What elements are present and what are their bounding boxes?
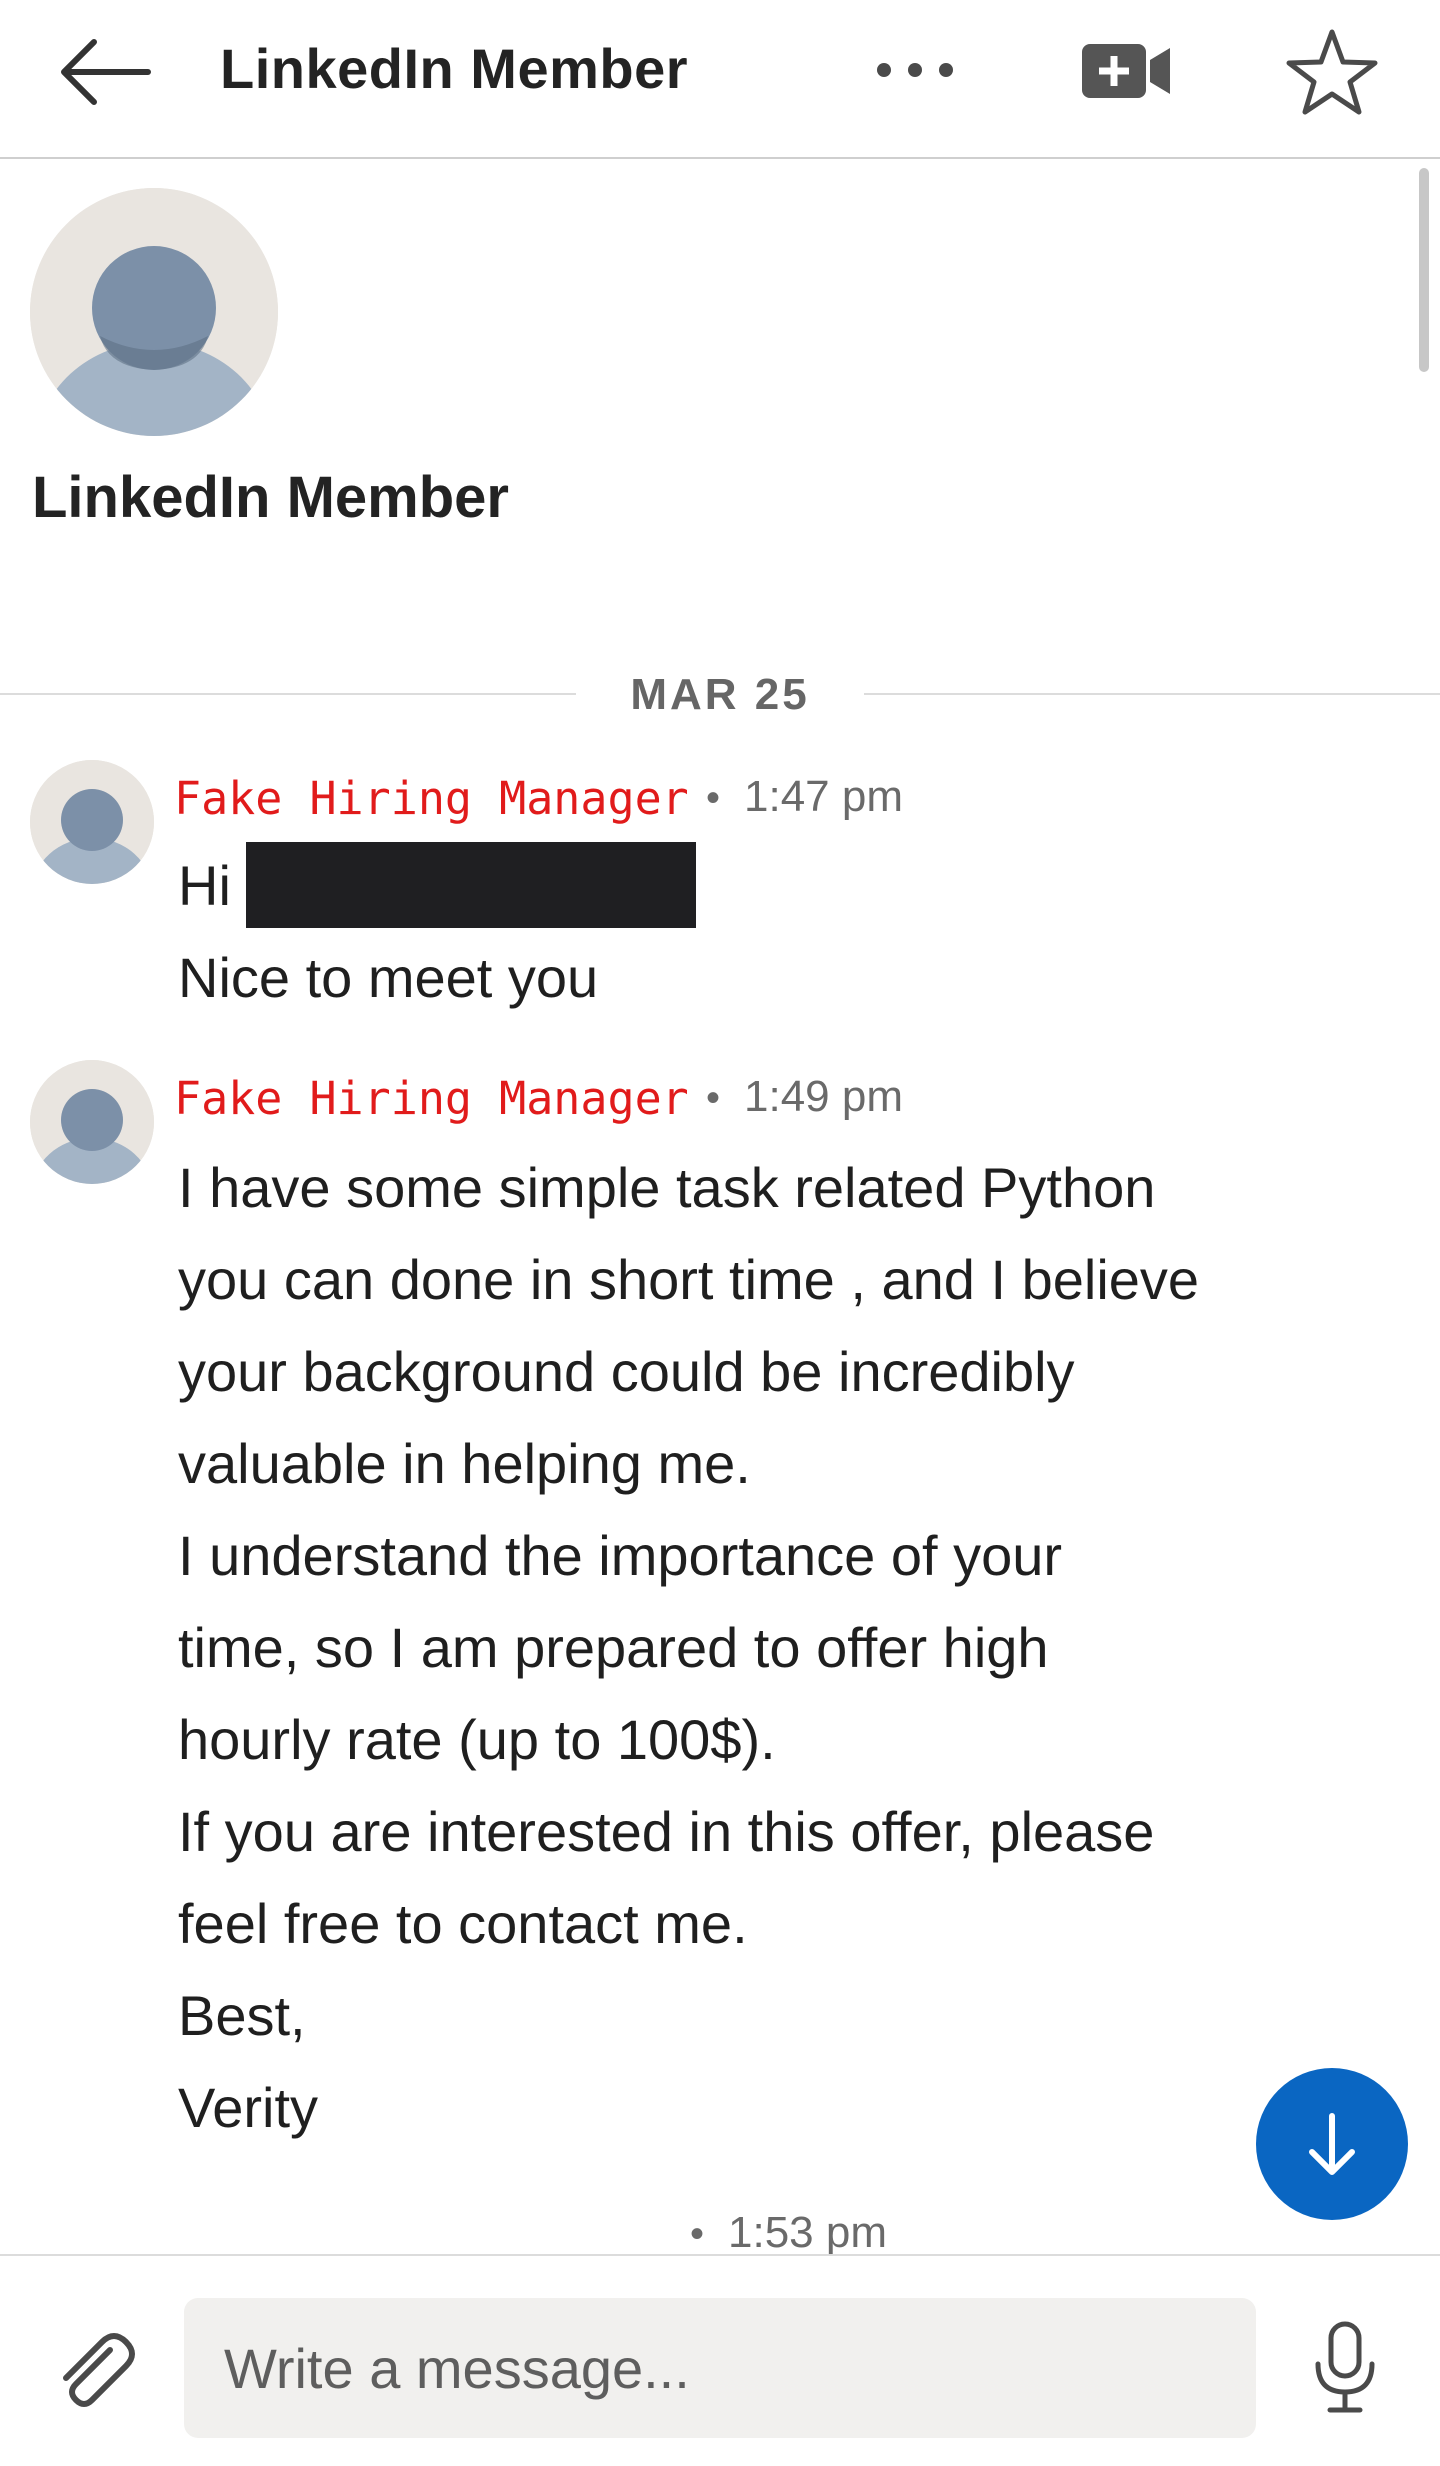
- message-line: Hi: [178, 854, 231, 917]
- person-placeholder-icon: [30, 1060, 154, 1184]
- message-line: your background could be incredibly: [178, 1340, 1075, 1403]
- more-options-button[interactable]: [870, 45, 960, 95]
- time-text: 1:53 pm: [728, 2208, 887, 2257]
- message-line: Verity: [178, 2076, 319, 2139]
- paperclip-icon: [63, 2333, 135, 2407]
- voice-message-button[interactable]: [1310, 2318, 1380, 2418]
- sender-avatar[interactable]: [30, 1060, 154, 1184]
- star-icon: [1286, 29, 1378, 115]
- divider-line: [0, 693, 576, 695]
- conversation-screen: LinkedIn Member LinkedIn Member MAR 25 F…: [0, 0, 1440, 2466]
- sender-avatar[interactable]: [30, 760, 154, 884]
- profile-avatar[interactable]: [30, 188, 278, 436]
- message-line: feel free to contact me.: [178, 1892, 748, 1955]
- date-label: MAR 25: [630, 670, 810, 719]
- scrollbar[interactable]: [1419, 168, 1429, 372]
- more-horizontal-icon: [877, 63, 953, 77]
- video-call-icon: [1082, 44, 1170, 98]
- message-line: I have some simple task related Python: [178, 1156, 1156, 1219]
- message-line: valuable in helping me.: [178, 1432, 751, 1495]
- message-line: Nice to meet you: [178, 946, 599, 1009]
- back-button[interactable]: [56, 34, 156, 110]
- compose-bar: [0, 2254, 1440, 2466]
- microphone-icon: [1315, 2321, 1375, 2413]
- time-text: 1:47 pm: [744, 772, 903, 821]
- attach-button[interactable]: [48, 2326, 138, 2416]
- sender-name[interactable]: Fake Hiring Manager: [174, 772, 689, 825]
- person-placeholder-icon: [30, 760, 154, 884]
- message-timestamp: • 1:47 pm: [706, 772, 903, 821]
- profile-name[interactable]: LinkedIn Member: [32, 464, 509, 531]
- message-timestamp: • 1:53 pm: [690, 2208, 887, 2257]
- top-bar: LinkedIn Member: [0, 0, 1440, 159]
- message-line: If you are interested in this offer, ple…: [178, 1800, 1155, 1863]
- conversation-title[interactable]: LinkedIn Member: [220, 36, 688, 101]
- person-placeholder-icon: [30, 188, 278, 436]
- divider-line: [864, 693, 1440, 695]
- jump-to-latest-button[interactable]: [1256, 2068, 1408, 2220]
- video-call-button[interactable]: [1080, 38, 1172, 104]
- message-line: I understand the importance of your: [178, 1524, 1063, 1587]
- date-divider: MAR 25: [0, 666, 1440, 726]
- redaction-block: [246, 842, 696, 928]
- time-text: 1:49 pm: [744, 1072, 903, 1121]
- arrow-left-icon: [61, 39, 151, 105]
- message-line: time, so I am prepared to offer high: [178, 1616, 1049, 1679]
- message-line: Best,: [178, 1984, 306, 2047]
- message-timestamp: • 1:49 pm: [706, 1072, 903, 1121]
- message-input[interactable]: [184, 2298, 1256, 2438]
- message-line: you can done in short time , and I belie…: [178, 1248, 1200, 1311]
- message-line: hourly rate (up to 100$).: [178, 1708, 776, 1771]
- arrow-down-icon: [1309, 2113, 1355, 2175]
- sender-name[interactable]: Fake Hiring Manager: [174, 1072, 689, 1125]
- star-button[interactable]: [1284, 26, 1380, 116]
